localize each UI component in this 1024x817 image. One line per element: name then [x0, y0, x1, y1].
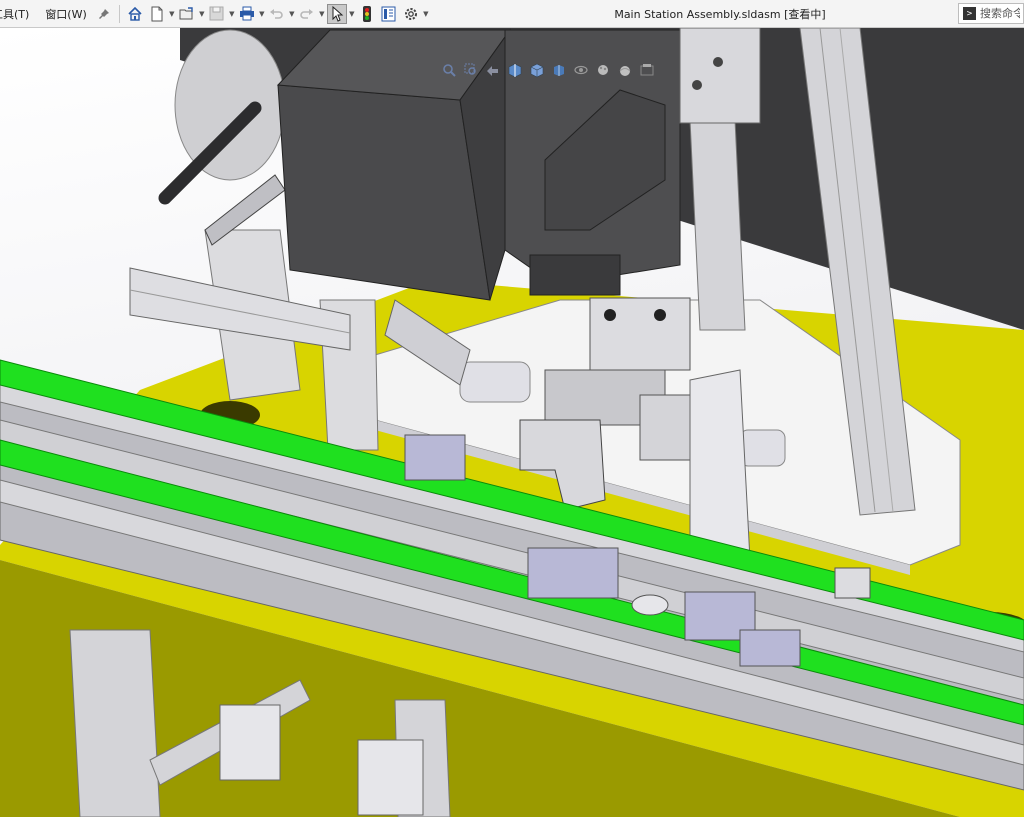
- zoom-to-fit-icon[interactable]: [440, 61, 458, 79]
- guide-block: [527, 547, 619, 599]
- display-style-icon[interactable]: [550, 61, 568, 79]
- open-dropdown-icon[interactable]: ▼: [198, 10, 206, 18]
- triangle-support: [689, 369, 751, 561]
- previous-view-icon[interactable]: [484, 61, 502, 79]
- traffic-light-icon[interactable]: [357, 4, 377, 24]
- assembly-model-3d[interactable]: [0, 28, 1024, 817]
- motor-block-front: [277, 84, 491, 301]
- slide-base: [529, 254, 621, 296]
- select-arrow-icon[interactable]: [326, 3, 347, 24]
- print-dropdown-icon[interactable]: ▼: [258, 10, 266, 18]
- save-dropdown-icon[interactable]: ▼: [228, 10, 236, 18]
- new-document-icon[interactable]: [147, 4, 167, 24]
- frame-leg: [69, 629, 161, 817]
- view-orientation-icon[interactable]: [528, 61, 546, 79]
- select-dropdown-icon[interactable]: ▼: [348, 10, 356, 18]
- undo-dropdown-icon[interactable]: ▼: [288, 10, 296, 18]
- menu-tools[interactable]: 工具(T): [0, 6, 35, 22]
- clip-bracket: [834, 567, 871, 599]
- menu-window[interactable]: 窗口(W): [39, 6, 92, 22]
- hide-show-items-icon[interactable]: [572, 61, 590, 79]
- gripper-cylinder: [589, 297, 691, 371]
- command-prompt-icon: >: [963, 7, 976, 20]
- sensor-block: [404, 434, 466, 481]
- platform-slot: [739, 429, 786, 467]
- foot-bracket: [219, 704, 281, 781]
- zoom-area-icon[interactable]: [462, 61, 480, 79]
- command-search[interactable]: >: [958, 3, 1024, 24]
- open-folder-icon[interactable]: [177, 4, 197, 24]
- undo-icon[interactable]: [267, 4, 287, 24]
- search-commands-input[interactable]: [980, 7, 1020, 20]
- apply-scene-icon[interactable]: [616, 61, 634, 79]
- heads-up-view-toolbar: [438, 58, 658, 82]
- options-gear-icon[interactable]: [401, 4, 421, 24]
- redo-dropdown-icon[interactable]: ▼: [318, 10, 326, 18]
- pin-icon[interactable]: [94, 4, 114, 24]
- redo-icon[interactable]: [297, 4, 317, 24]
- platform-slot: [459, 361, 531, 403]
- foot-bracket: [357, 739, 424, 816]
- aluminum-column: [689, 119, 746, 331]
- new-document-dropdown-icon[interactable]: ▼: [168, 10, 176, 18]
- save-icon[interactable]: [207, 4, 227, 24]
- view-settings-icon[interactable]: [638, 61, 656, 79]
- toolbar-separator: [118, 4, 120, 23]
- main-toolbar: 工具(T) 窗口(W) ▼ ▼ ▼ ▼ ▼ ▼ ▼ ▼ Main Station…: [0, 0, 1024, 28]
- file-properties-icon[interactable]: [379, 4, 399, 24]
- spool-disk: [174, 29, 286, 181]
- print-icon[interactable]: [237, 4, 257, 24]
- guide-block: [739, 629, 801, 667]
- home-icon[interactable]: [125, 4, 145, 24]
- carriage-plate: [679, 28, 761, 124]
- edit-appearance-icon[interactable]: [594, 61, 612, 79]
- document-title: Main Station Assembly.sldasm [查看中]: [614, 7, 826, 21]
- section-view-icon[interactable]: [506, 61, 524, 79]
- options-dropdown-icon[interactable]: ▼: [422, 10, 430, 18]
- graphics-area[interactable]: [0, 28, 1024, 817]
- sensor-cap: [631, 594, 669, 616]
